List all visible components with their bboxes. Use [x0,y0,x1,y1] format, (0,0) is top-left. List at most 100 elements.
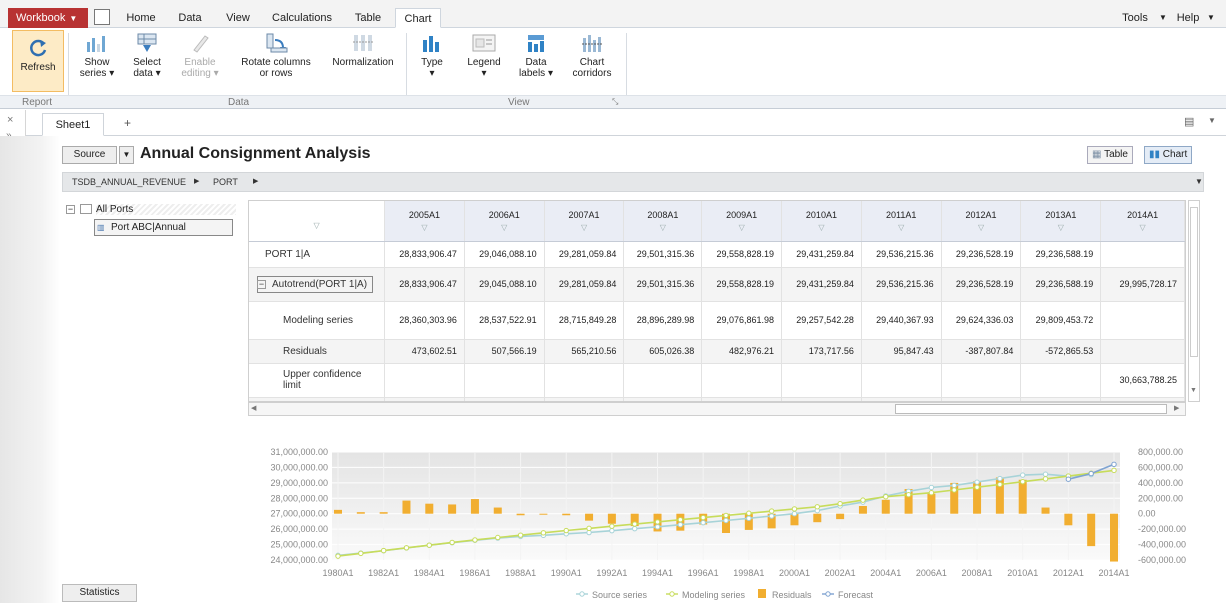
sheet-options-icon[interactable]: ▤ [1184,115,1194,128]
row-label[interactable]: − Autotrend(PORT 1|A) [249,267,386,302]
filter-icon[interactable]: ▽ [545,223,623,232]
filter-icon[interactable]: ▽ [782,223,860,232]
horizontal-scrollbar[interactable]: ◀ ▶ [248,402,1186,416]
filter-icon[interactable]: ▽ [862,223,940,232]
table-cell[interactable]: 29,624,336.03 [941,301,1022,340]
table-cell[interactable]: 565,210.56 [544,339,625,364]
legend-button[interactable]: Legend ▾ [462,32,506,79]
source-dropdown-icon[interactable]: ▼ [119,146,134,164]
refresh-button[interactable]: Refresh [12,30,64,92]
workbook-menu-button[interactable]: Workbook ▼ [8,8,88,28]
table-cell[interactable] [861,363,942,398]
close-icon[interactable]: × [7,114,13,126]
table-cell[interactable]: 29,045,088.10 [464,267,545,302]
column-header[interactable]: 2005A1 ▽ [384,201,465,242]
table-cell[interactable]: 29,281,059.84 [544,267,625,302]
table-cell[interactable]: 28,833,906.47 [384,241,465,268]
scroll-down-icon[interactable]: ▼ [1190,387,1197,394]
filter-icon[interactable]: ▽ [624,223,700,232]
table-cell[interactable]: -387,807.84 [941,339,1022,364]
select-data-button[interactable]: Select data ▾ [124,32,170,79]
dialog-launcher-icon[interactable]: ⤡ [612,97,618,107]
column-header[interactable]: 2012A1 ▽ [941,201,1022,242]
table-cell[interactable]: 28,896,289.98 [623,301,703,340]
collapse-icon[interactable]: − [66,205,75,214]
table-cell[interactable]: 28,537,522.91 [464,301,545,340]
row-label[interactable]: Residuals [249,339,386,364]
table-cell[interactable]: 29,501,315.36 [623,267,703,302]
horizontal-scroll-thumb[interactable] [895,404,1167,414]
table-cell[interactable] [464,363,545,398]
table-cell[interactable]: 29,236,528.19 [941,267,1022,302]
tab-chart[interactable]: Chart [395,8,441,28]
table-cell[interactable] [384,363,465,398]
tab-view[interactable]: View [218,8,258,28]
column-header[interactable]: 2011A1 ▽ [861,201,942,242]
column-header[interactable]: 2007A1 ▽ [544,201,625,242]
table-cell[interactable]: 29,558,828.19 [701,241,783,268]
table-cell[interactable] [941,363,1022,398]
normalization-button[interactable]: Normalization [326,32,400,68]
table-cell[interactable] [701,363,783,398]
table-cell[interactable]: 29,440,367.93 [861,301,942,340]
collapse-icon[interactable]: − [257,279,266,289]
breadcrumb-item-source[interactable]: TSDB_ANNUAL_REVENUE [72,173,186,191]
table-cell[interactable]: 29,257,542.28 [781,301,862,340]
rotate-columns-button[interactable]: Rotate columns or rows [236,32,316,79]
table-cell[interactable]: 29,536,215.36 [861,267,942,302]
tools-chevron-icon[interactable]: ▼ [1156,8,1170,28]
tab-data[interactable]: Data [170,8,210,28]
filter-icon[interactable]: ▽ [942,223,1020,232]
table-cell[interactable]: 29,236,588.19 [1020,241,1102,268]
table-cell[interactable] [544,363,625,398]
chart-view-button[interactable]: ▮▮ Chart [1144,146,1193,164]
table-cell[interactable]: 29,281,059.84 [544,241,625,268]
add-sheet-button[interactable]: + [124,116,131,130]
table-cell[interactable]: 473,602.51 [384,339,465,364]
statistics-button[interactable]: Statistics [62,584,137,602]
help-chevron-icon[interactable]: ▼ [1204,8,1218,28]
table-cell[interactable]: 28,360,303.96 [384,301,465,340]
table-cell[interactable]: 29,046,088.10 [464,241,545,268]
table-cell[interactable]: 29,536,215.36 [861,241,942,268]
filter-icon[interactable]: ▽ [465,223,543,232]
row-label[interactable]: PORT 1|A [249,241,386,268]
column-header[interactable]: 2009A1 ▽ [701,201,783,242]
combo-chart[interactable]: 31,000,000.00 30,000,000.00 29,000,000.00 2… [248,422,1226,603]
table-cell[interactable]: 29,431,259.84 [781,267,862,302]
table-cell[interactable] [623,363,703,398]
column-header[interactable]: 2014A1 ▽ [1100,201,1185,242]
table-cell[interactable]: 30,663,788.25 [1100,363,1185,398]
table-cell[interactable] [1020,363,1102,398]
table-cell[interactable] [1100,241,1185,268]
table-cell[interactable]: 29,236,528.19 [941,241,1022,268]
filter-icon[interactable]: ▽ [1021,223,1099,232]
filter-icon[interactable]: ▽ [702,223,780,232]
table-cell[interactable]: 29,558,828.19 [701,267,783,302]
chart-corridors-button[interactable]: Chart corridors [568,32,616,79]
column-header[interactable]: 2008A1 ▽ [623,201,703,242]
help-menu[interactable]: Help [1172,8,1204,28]
filter-icon[interactable]: ▽ [1101,223,1183,232]
tree-item-all-ports[interactable]: All Ports [96,204,236,215]
table-cell[interactable]: 507,566.19 [464,339,545,364]
scroll-left-icon[interactable]: ◀ [251,404,256,412]
tab-calculations[interactable]: Calculations [266,8,338,28]
table-cell[interactable]: 605,026.38 [623,339,703,364]
breadcrumb-item-port[interactable]: PORT [213,173,238,191]
show-series-button[interactable]: Show series ▾ [74,32,120,79]
table-cell[interactable]: 29,076,861.98 [701,301,783,340]
table-cell[interactable]: 29,236,588.19 [1020,267,1102,302]
filter-icon[interactable]: ▽ [249,221,384,230]
table-cell[interactable]: 29,809,453.72 [1020,301,1102,340]
table-cell[interactable] [781,363,862,398]
column-header[interactable]: 2006A1 ▽ [464,201,545,242]
tools-menu[interactable]: Tools [1112,8,1158,28]
sheet-tab-sheet1[interactable]: Sheet1 [42,113,104,136]
chart-type-button[interactable]: Type ▾ [414,32,450,79]
enable-editing-button[interactable]: Enable editing ▾ [176,32,224,79]
tab-home[interactable]: Home [120,8,162,28]
table-cell[interactable]: 29,431,259.84 [781,241,862,268]
vertical-scrollbar[interactable]: ▼ [1188,200,1200,402]
table-cell[interactable]: 482,976.21 [701,339,783,364]
